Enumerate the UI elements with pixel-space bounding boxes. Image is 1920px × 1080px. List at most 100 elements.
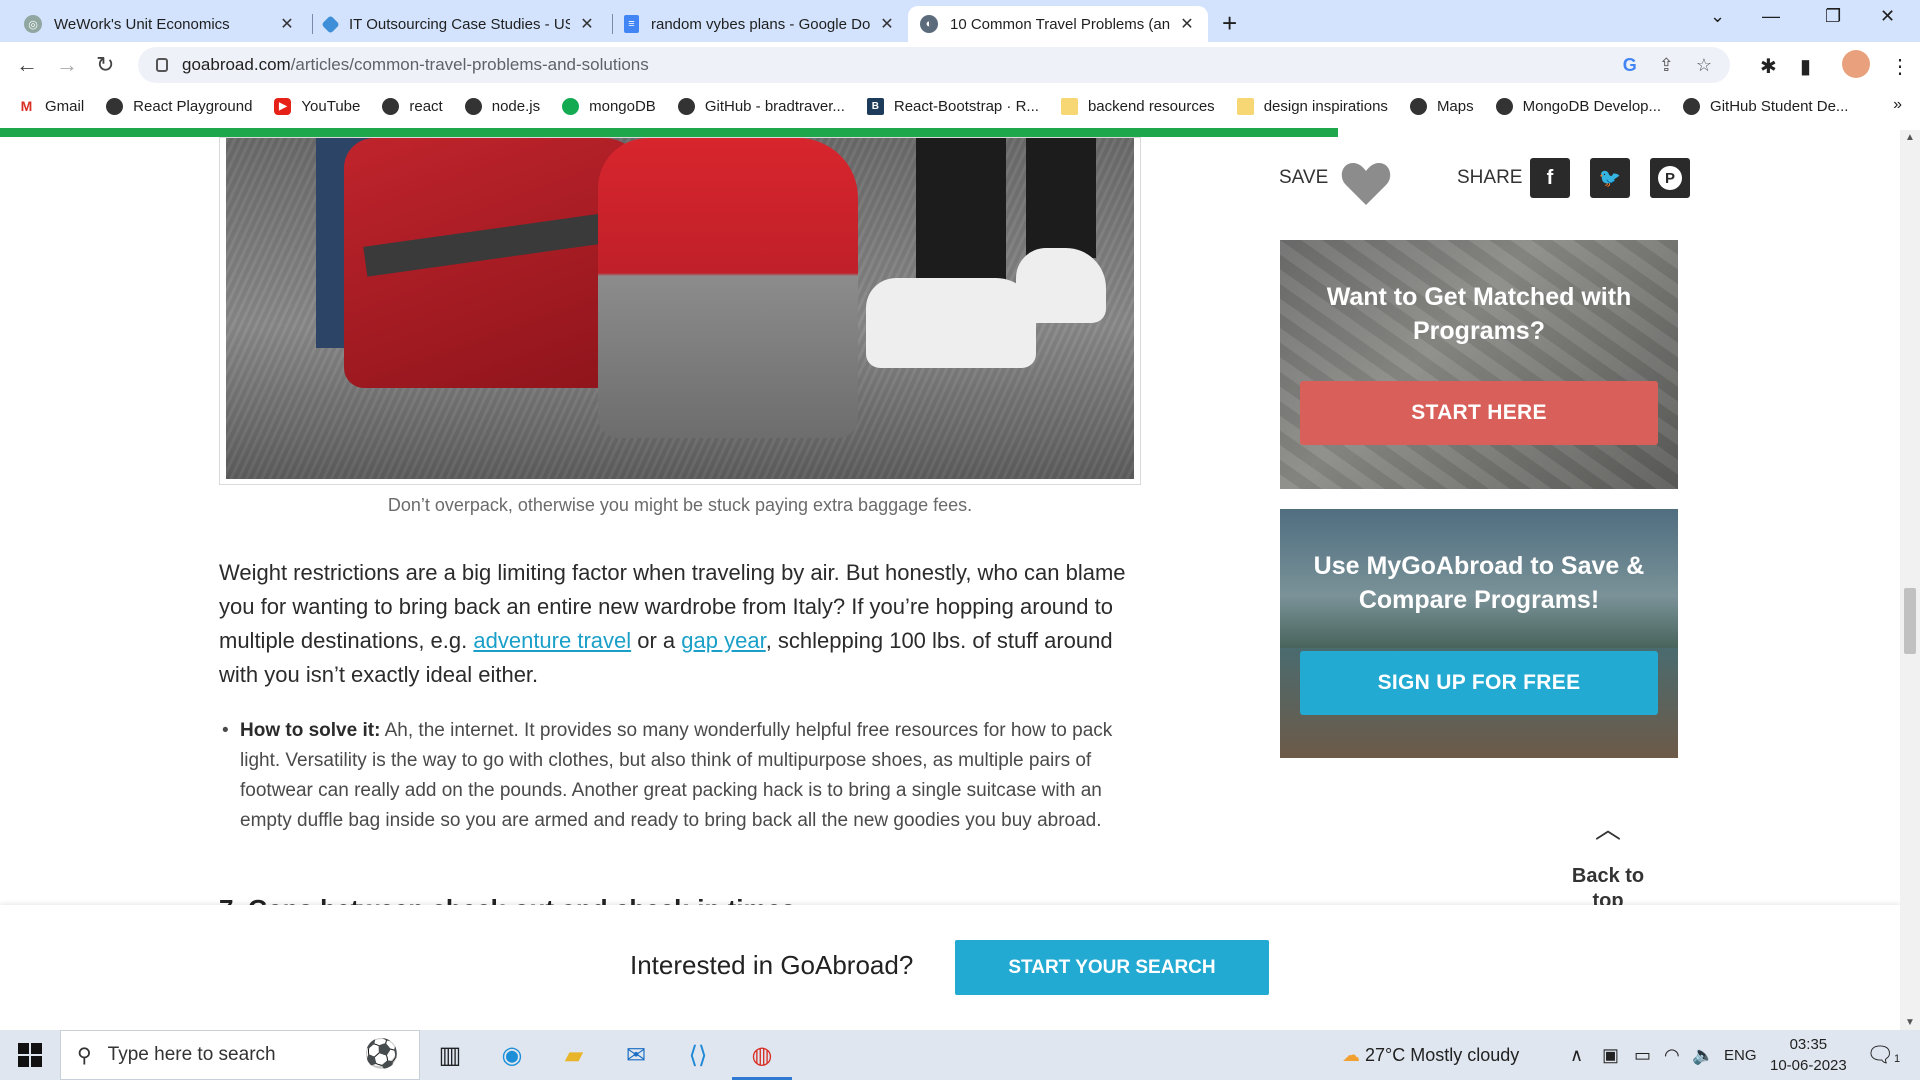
- tray-chevron-icon[interactable]: ∧: [1570, 1045, 1583, 1066]
- back-to-top-button[interactable]: ︿ Back to top: [1556, 816, 1660, 914]
- page-scrollbar[interactable]: ▲ ▼: [1900, 130, 1920, 1030]
- mongodb-icon: [562, 97, 580, 115]
- twitter-share-button[interactable]: 🐦: [1590, 158, 1630, 198]
- restore-icon[interactable]: ❐: [1825, 6, 1841, 27]
- chrome-icon[interactable]: ◍: [732, 1038, 792, 1080]
- scroll-down-icon[interactable]: ▼: [1905, 1017, 1915, 1028]
- profile-avatar[interactable]: [1842, 50, 1870, 78]
- window-close-icon[interactable]: ✕: [1880, 6, 1895, 27]
- edge-icon[interactable]: ◉: [492, 1038, 532, 1072]
- tab-travel-problems[interactable]: ◐ 10 Common Travel Problems (an ✕: [908, 6, 1208, 42]
- diamond-icon: [321, 14, 340, 34]
- luggage-photo: [226, 138, 1134, 479]
- bookmark-youtube[interactable]: ▶ YouTube: [274, 97, 361, 115]
- bookmark-react-bootstrap[interactable]: B React-Bootstrap · R...: [866, 97, 1039, 115]
- address-bar[interactable]: goabroad.com/articles/common-travel-prob…: [138, 47, 1730, 83]
- clock[interactable]: 03:35 10-06-2023: [1770, 1034, 1847, 1076]
- vscode-icon[interactable]: ⟨⟩: [678, 1038, 718, 1072]
- bookmark-label: YouTube: [301, 97, 361, 115]
- twitter-icon: 🐦: [1598, 167, 1622, 188]
- share-label: SHARE: [1457, 167, 1523, 188]
- meet-now-icon[interactable]: ▣: [1602, 1045, 1619, 1066]
- bookmark-mongodb-developer[interactable]: MongoDB Develop...: [1495, 97, 1661, 115]
- language-indicator[interactable]: ENG: [1724, 1047, 1757, 1064]
- black-leggings: [1026, 138, 1096, 258]
- pinterest-share-button[interactable]: P: [1650, 158, 1690, 198]
- sign-up-button[interactable]: SIGN UP FOR FREE: [1300, 651, 1658, 715]
- chatgpt-icon: ◎: [24, 15, 42, 33]
- scrollbar-thumb[interactable]: [1904, 588, 1916, 654]
- windows-start-icon[interactable]: [18, 1043, 42, 1067]
- tab-it-outsourcing[interactable]: IT Outsourcing Case Studies - US ✕: [312, 6, 608, 42]
- globe-icon: [1683, 97, 1701, 115]
- google-lens-icon[interactable]: G: [1623, 55, 1637, 76]
- back-arrow-icon[interactable]: ←: [16, 52, 38, 78]
- taskbar-search-box[interactable]: ⚲ Type here to search ⚽: [60, 1030, 420, 1080]
- bookmark-react[interactable]: react: [382, 97, 443, 115]
- side-panel-icon[interactable]: ▮: [1800, 54, 1811, 79]
- tab-title: random vybes plans - Google Do: [651, 15, 870, 33]
- search-placeholder: Type here to search: [107, 1044, 276, 1065]
- scroll-up-icon[interactable]: ▲: [1905, 132, 1915, 143]
- paragraph-text: or a: [631, 628, 682, 653]
- start-search-button[interactable]: START YOUR SEARCH: [955, 940, 1269, 995]
- file-explorer-icon[interactable]: ▰: [554, 1038, 594, 1072]
- bookmark-nodejs[interactable]: node.js: [464, 97, 541, 115]
- notification-count: 1: [1893, 1053, 1901, 1065]
- bookmark-mongodb[interactable]: mongoDB: [562, 97, 656, 115]
- weather-text: 27°C Mostly cloudy: [1365, 1045, 1520, 1065]
- bookmark-backend-resources[interactable]: backend resources: [1060, 97, 1215, 115]
- menu-kebab-icon[interactable]: ⋮: [1890, 54, 1910, 79]
- heart-icon[interactable]: [1340, 159, 1392, 207]
- tab-search-icon[interactable]: ⌄: [1710, 6, 1725, 27]
- battery-icon[interactable]: ▭: [1634, 1045, 1651, 1066]
- bookmark-design-inspirations[interactable]: design inspirations: [1236, 97, 1388, 115]
- tab-wework[interactable]: ◎ WeWork's Unit Economics ✕: [12, 6, 308, 42]
- forward-arrow-icon[interactable]: →: [56, 52, 78, 78]
- bookmark-star-icon[interactable]: ☆: [1696, 55, 1712, 76]
- reload-icon[interactable]: ↻: [96, 52, 114, 78]
- new-tab-button[interactable]: +: [1222, 8, 1237, 39]
- tab-title: WeWork's Unit Economics: [54, 15, 230, 33]
- gap-year-link[interactable]: gap year: [681, 628, 765, 653]
- wifi-icon[interactable]: ◠: [1664, 1045, 1680, 1066]
- task-view-icon[interactable]: ▥: [430, 1038, 470, 1072]
- tab-title: 10 Common Travel Problems (an: [950, 15, 1170, 33]
- bookmark-gmail[interactable]: M Gmail: [18, 97, 84, 115]
- facebook-share-button[interactable]: f: [1530, 158, 1570, 198]
- globe-icon: [382, 97, 400, 115]
- globe-icon: [1495, 97, 1513, 115]
- bookmarks-overflow-button[interactable]: »: [1893, 96, 1902, 114]
- tab-google-docs[interactable]: ≡ random vybes plans - Google Do ✕: [612, 6, 908, 42]
- sneaker: [866, 278, 1036, 368]
- page-content: Don’t overpack, otherwise you might be s…: [0, 137, 1900, 1030]
- notifications-icon[interactable]: 🗨1: [1866, 1042, 1900, 1068]
- windows-taskbar: ⚲ Type here to search ⚽ ▥ ◉ ▰ ✉ ⟨⟩ ◍ ☁ 2…: [0, 1030, 1920, 1080]
- lock-icon[interactable]: [156, 58, 168, 72]
- github-icon: [677, 97, 695, 115]
- close-icon[interactable]: ✕: [878, 14, 896, 34]
- article-paragraph: Weight restrictions are a big limiting f…: [219, 556, 1141, 692]
- close-icon[interactable]: ✕: [1178, 14, 1196, 34]
- weather-widget[interactable]: ☁ 27°C Mostly cloudy: [1342, 1045, 1519, 1066]
- start-here-button[interactable]: START HERE: [1300, 381, 1658, 445]
- close-icon[interactable]: ✕: [578, 14, 596, 34]
- bookmark-github-bradtraversy[interactable]: GitHub - bradtraver...: [677, 97, 845, 115]
- clock-time: 03:35: [1789, 1036, 1828, 1053]
- bookmark-github-student[interactable]: GitHub Student De...: [1683, 97, 1848, 115]
- minimize-icon[interactable]: —: [1762, 6, 1780, 27]
- volume-icon[interactable]: 🔈: [1692, 1045, 1714, 1066]
- mail-icon[interactable]: ✉: [616, 1038, 656, 1072]
- bookmark-react-playground[interactable]: React Playground: [106, 97, 252, 115]
- close-icon[interactable]: ✕: [278, 14, 296, 34]
- image-caption: Don’t overpack, otherwise you might be s…: [387, 495, 973, 515]
- promo-title: Want to Get Matched with Programs?: [1326, 283, 1632, 345]
- folder-icon: [1060, 97, 1078, 115]
- bookmark-label: node.js: [491, 97, 541, 115]
- sticky-cta-bar: Interested in GoAbroad? START YOUR SEARC…: [0, 905, 1900, 1030]
- save-label: SAVE: [1279, 167, 1329, 188]
- extensions-icon[interactable]: ✱: [1760, 54, 1777, 79]
- bookmark-maps[interactable]: Maps: [1409, 97, 1474, 115]
- share-icon[interactable]: ⇪: [1659, 55, 1674, 76]
- adventure-travel-link[interactable]: adventure travel: [473, 628, 631, 653]
